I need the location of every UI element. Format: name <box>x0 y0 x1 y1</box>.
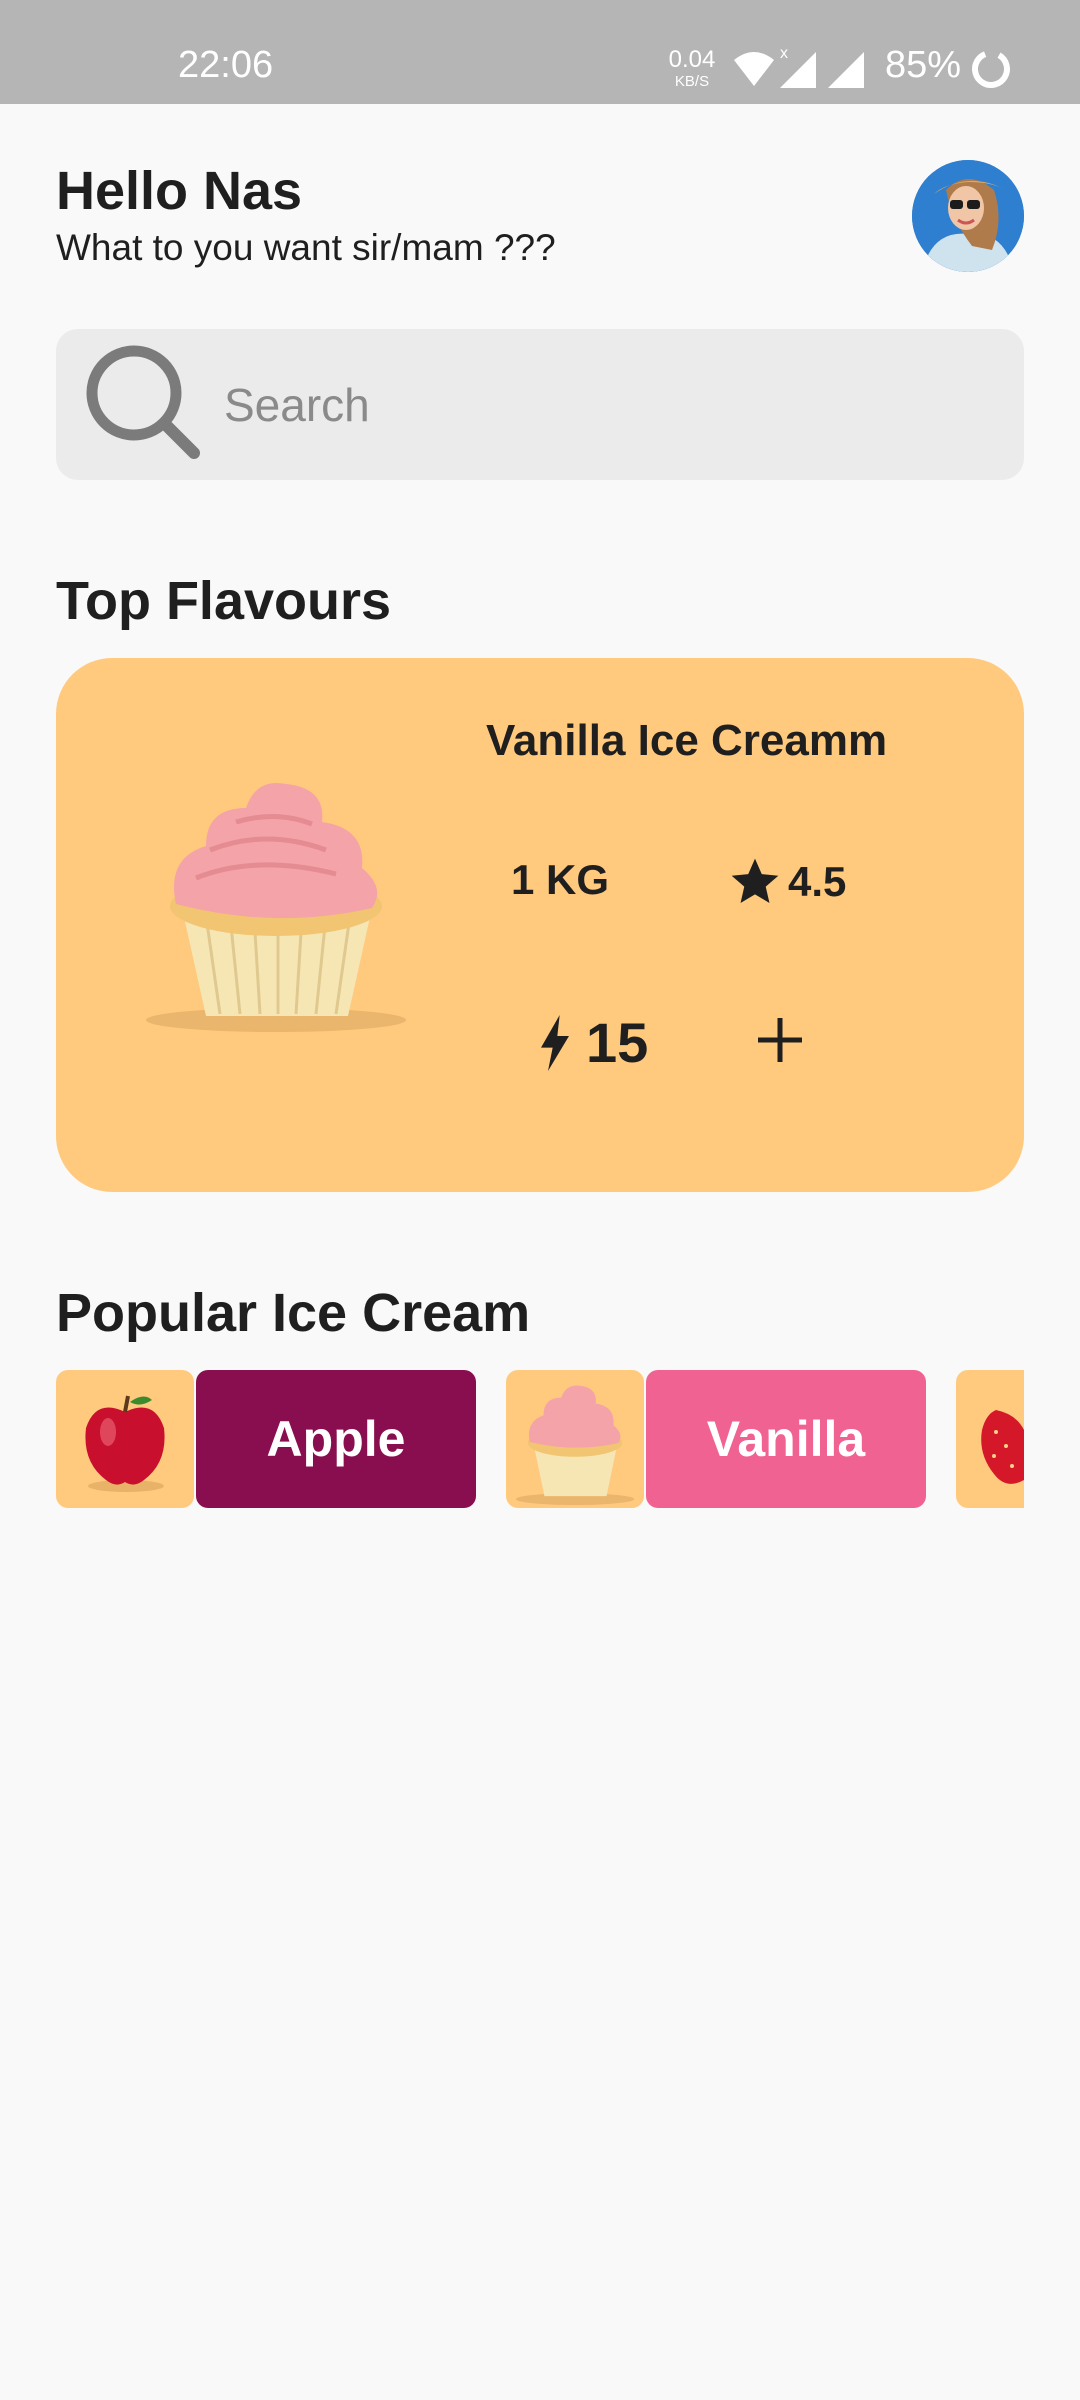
greeting-title: Hello Nas <box>56 161 303 221</box>
network-speed-value: 0.04 <box>668 46 716 73</box>
signal-icon-sim1: x <box>780 45 816 88</box>
apple-thumbnail[interactable] <box>56 1370 194 1508</box>
profile-photo-icon <box>912 160 1024 272</box>
battery-icon <box>972 50 1010 88</box>
star-icon <box>731 858 779 903</box>
card-rating: 4.5 <box>726 854 846 910</box>
cupcake-icon <box>515 1385 635 1506</box>
apple-icon <box>85 1395 165 1492</box>
greeting-subtitle: What to you want sir/mam ??? <box>56 227 556 268</box>
wifi-icon <box>734 52 774 86</box>
svg-text:x: x <box>780 45 788 62</box>
card-energy-value: 15 <box>586 1011 649 1074</box>
card-weight: 1 KG <box>511 856 610 903</box>
card-energy: 15 <box>538 1010 648 1075</box>
card-rating-value: 4.5 <box>788 858 847 905</box>
battery-percentage: 85% <box>885 44 962 86</box>
top-flavour-card[interactable]: Vanilla Ice Creamm 1 KG 4.5 15 <box>56 658 1024 1192</box>
avatar[interactable] <box>912 160 1024 272</box>
status-time: 22:06 <box>178 44 274 86</box>
status-bar: 22:06 0.04 KB/S x 85% <box>0 0 1080 104</box>
lightning-icon <box>541 1014 569 1071</box>
add-icon[interactable] <box>748 1008 812 1072</box>
popular-title: Popular Ice Cream <box>56 1283 531 1343</box>
apple-button[interactable]: Apple <box>196 1370 476 1508</box>
signal-icon-sim2 <box>828 52 864 88</box>
search-input[interactable] <box>222 369 986 441</box>
strawberry-thumbnail[interactable] <box>956 1370 1024 1508</box>
network-speed: 0.04 KB/S <box>668 46 716 90</box>
vanilla-button[interactable]: Vanilla <box>646 1370 926 1508</box>
search-icon <box>86 345 200 459</box>
cupcake-image <box>146 783 406 1032</box>
search-bar[interactable] <box>56 329 1024 480</box>
strawberry-icon <box>981 1410 1024 1484</box>
top-flavours-title: Top Flavours <box>56 571 392 631</box>
network-speed-unit: KB/S <box>674 73 710 90</box>
vanilla-thumbnail[interactable] <box>506 1370 644 1508</box>
card-title: Vanilla Ice Creamm <box>486 716 888 765</box>
